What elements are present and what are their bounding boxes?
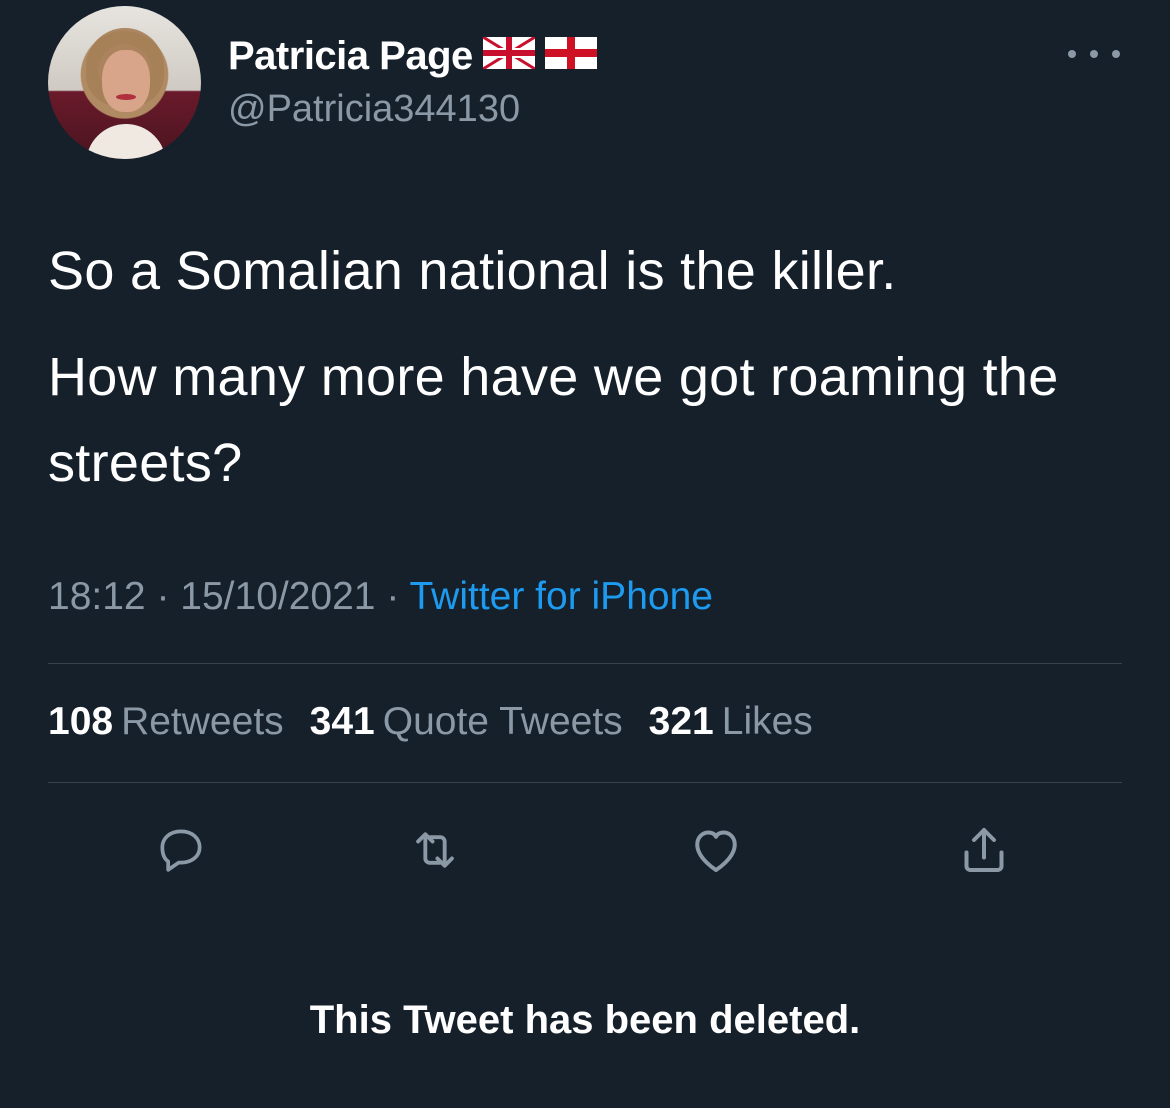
retweets-stat[interactable]: 108 Retweets [48,700,284,744]
tweet-paragraph-1: So a Somalian national is the killer. [48,241,897,301]
likes-count: 321 [648,700,714,743]
author-handle[interactable]: @Patricia344130 [228,88,520,131]
reply-icon[interactable] [151,820,211,880]
more-dot [1090,50,1098,58]
likes-stat[interactable]: 321 Likes [649,700,813,744]
quotes-label: Quote Tweets [382,700,623,743]
avatar[interactable] [48,6,201,159]
meta-separator: · [156,575,170,618]
tweet-time[interactable]: 18:12 [48,575,146,618]
author-name-row[interactable]: Patricia Page [228,33,597,79]
tweet-actions [0,820,1170,880]
deleted-notice: This Tweet has been deleted. [309,998,861,1042]
tweet-stats: 108 Retweets 341 Quote Tweets 321 Likes [48,700,813,744]
tweet-paragraph-2: How many more have we got roaming the st… [48,347,1059,493]
meta-separator: · [386,575,400,618]
retweets-count: 108 [48,700,114,743]
quotes-stat[interactable]: 341 Quote Tweets [310,700,623,744]
avatar-shoulder [86,124,166,159]
quotes-count: 341 [309,700,375,743]
author-display-name[interactable]: Patricia Page [228,34,473,79]
avatar-lips [116,94,136,100]
divider [48,663,1122,664]
avatar-face [102,50,150,112]
divider [48,782,1122,783]
share-icon[interactable] [954,820,1014,880]
tweet-text: So a Somalian national is the killer. Ho… [48,228,1138,526]
more-dot [1068,50,1076,58]
likes-label: Likes [721,700,813,743]
tweet-date[interactable]: 15/10/2021 [180,575,375,618]
england-flag-icon [544,34,597,79]
tweet-meta: 18:12 · 15/10/2021 · Twitter for iPhone [48,575,713,619]
like-icon[interactable] [686,820,746,880]
retweet-icon[interactable] [405,820,465,880]
tweet-source-link[interactable]: Twitter for iPhone [409,575,712,618]
more-dot [1112,50,1120,58]
retweets-label: Retweets [121,700,284,743]
more-options-icon[interactable] [1068,40,1120,68]
uk-flag-icon [480,33,537,79]
